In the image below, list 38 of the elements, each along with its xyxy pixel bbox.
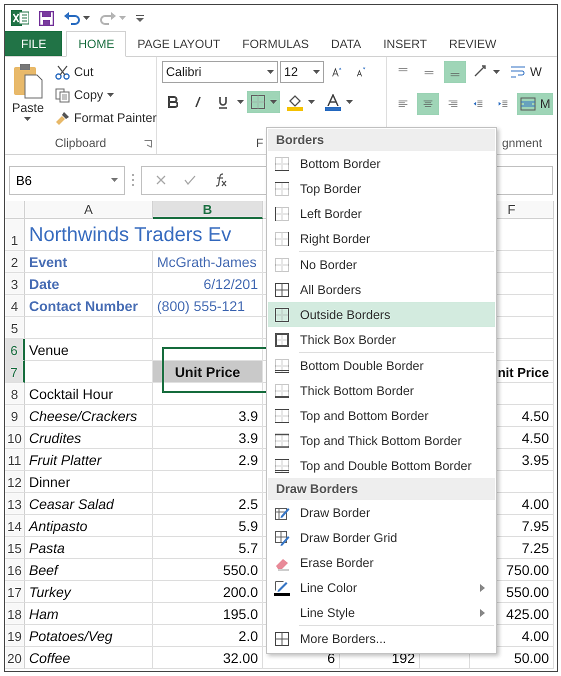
sheet-title: Northwinds Traders Ev	[25, 219, 263, 251]
table-cell: Contact Number	[25, 295, 153, 317]
table-cell: 2.0	[153, 625, 263, 647]
table-cell: Ham	[25, 603, 153, 625]
menu-header: Draw Borders	[268, 478, 495, 500]
table-cell: Cocktail Hour	[25, 383, 153, 405]
table-cell: 550.0	[153, 559, 263, 581]
table-cell: Fruit Platter	[25, 449, 153, 471]
table-cell: Date	[25, 273, 153, 295]
table-cell: Ceasar Salad	[25, 493, 153, 515]
table-cell: Antipasto	[25, 515, 153, 537]
table-cell: McGrath-James	[153, 251, 263, 273]
table-cell: Cheese/Crackers	[25, 405, 153, 427]
table-cell: Event	[25, 251, 153, 273]
table-cell: 195.0	[153, 603, 263, 625]
table-cell: 5.9	[153, 515, 263, 537]
table-cell: 200.0	[153, 581, 263, 603]
group-label: F	[256, 136, 264, 152]
table-cell: 2.9	[153, 449, 263, 471]
table-cell: Pasta	[25, 537, 153, 559]
table-cell: Beef	[25, 559, 153, 581]
table-cell: Coffee	[25, 647, 153, 669]
table-cell: Crudites	[25, 427, 153, 449]
table-cell: 6/12/201	[153, 273, 263, 295]
table-cell: Unit Price	[153, 361, 263, 383]
table-cell: Potatoes/Veg	[25, 625, 153, 647]
group-label: Clipboard	[54, 136, 106, 152]
table-cell: (800) 555-121	[153, 295, 263, 317]
menu-header: Borders	[268, 129, 495, 151]
table-cell: 3.9	[153, 427, 263, 449]
table-cell: Turkey	[25, 581, 153, 603]
table-cell: 3.9	[153, 405, 263, 427]
table-cell: 32.00	[153, 647, 263, 669]
table-cell: Venue	[25, 339, 153, 361]
table-cell: Dinner	[25, 471, 153, 493]
group-label: gnment	[502, 136, 542, 152]
table-cell: 2.5	[153, 493, 263, 515]
table-cell: 5.7	[153, 537, 263, 559]
